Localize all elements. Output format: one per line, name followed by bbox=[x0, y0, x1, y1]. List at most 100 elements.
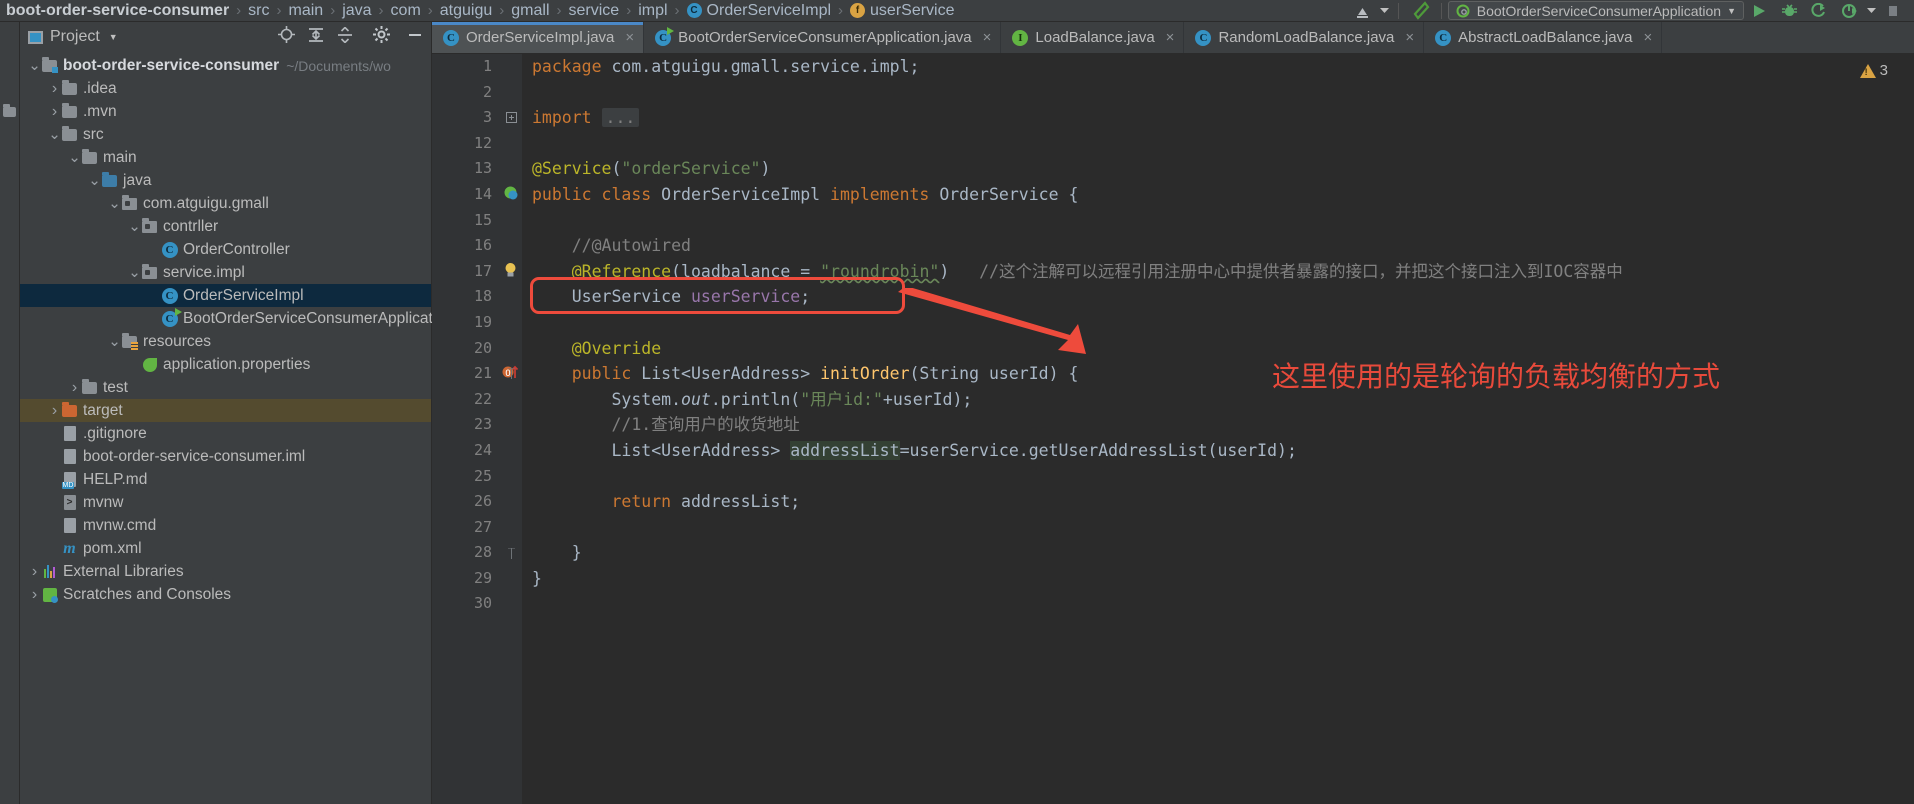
breadcrumb-item-atguigu[interactable]: atguigu bbox=[440, 2, 493, 20]
tree-node-mvnw-cmd[interactable]: mvnw.cmd bbox=[20, 514, 431, 537]
breadcrumb-item-userservice[interactable]: f userService bbox=[850, 2, 955, 20]
code-line-19[interactable] bbox=[522, 310, 1914, 336]
code-line-13[interactable]: @Service("orderService") bbox=[522, 156, 1914, 182]
chevron-right-icon[interactable]: › bbox=[28, 563, 41, 581]
close-icon[interactable]: × bbox=[625, 29, 634, 46]
code-line-30[interactable] bbox=[522, 591, 1914, 617]
tree-node--idea[interactable]: › .idea bbox=[20, 77, 431, 100]
tree-node-boot-order-service-consumer[interactable]: ⌄ boot-order-service-consumer ~/Documents/… bbox=[20, 54, 431, 77]
breadcrumb-item-impl[interactable]: impl bbox=[638, 2, 667, 20]
tree-node-mvnw[interactable]: > mvnw bbox=[20, 491, 431, 514]
breadcrumb-item-orderserviceimpl[interactable]: C OrderServiceImpl bbox=[686, 2, 831, 20]
editor-gutter[interactable]: 1 2 3 12 13 14 15 16 17 18 19 20 21 O 22 23 24 25 26 27 28 29… bbox=[432, 54, 519, 804]
breadcrumb-item-java[interactable]: java bbox=[342, 2, 371, 20]
tree-node-boot-order-service-consumer-iml[interactable]: boot-order-service-consumer.iml bbox=[20, 445, 431, 468]
tree-node-pom-xml[interactable]: m pom.xml bbox=[20, 537, 431, 560]
fold-column[interactable] bbox=[500, 54, 522, 804]
code-line-2[interactable] bbox=[522, 80, 1914, 106]
editor-tab-randomloadbalance[interactable]: C RandomLoadBalance.java × bbox=[1184, 22, 1425, 53]
chevron-right-icon[interactable]: › bbox=[68, 379, 81, 397]
tree-node-java[interactable]: ⌄ java bbox=[20, 169, 431, 192]
close-icon[interactable]: × bbox=[1166, 29, 1175, 46]
chevron-right-icon[interactable]: › bbox=[48, 103, 61, 121]
chevron-down-icon[interactable]: ⌄ bbox=[68, 150, 81, 165]
tree-node-application-properties[interactable]: application.properties bbox=[20, 353, 431, 376]
tree-node-help-md[interactable]: HELP.md bbox=[20, 468, 431, 491]
code-line-28[interactable]: } bbox=[522, 540, 1914, 566]
locate-icon[interactable] bbox=[278, 26, 295, 48]
chevron-down-icon[interactable]: ⌄ bbox=[88, 173, 101, 188]
code-line-27[interactable] bbox=[522, 515, 1914, 541]
chevron-right-icon[interactable]: › bbox=[48, 402, 61, 420]
breadcrumb-item-main[interactable]: main bbox=[289, 2, 324, 20]
expand-all-icon[interactable] bbox=[308, 27, 324, 48]
editor-tab-bootorderserviceconsumerapplication[interactable]: C BootOrderServiceConsumerApplication.jav… bbox=[644, 22, 1002, 53]
tree-node-orderserviceimpl[interactable]: C OrderServiceImpl bbox=[20, 284, 431, 307]
editor-tab-orderserviceimpl[interactable]: C OrderServiceImpl.java × bbox=[432, 22, 645, 53]
debug-icon[interactable] bbox=[1774, 0, 1804, 22]
code-line-25[interactable] bbox=[522, 464, 1914, 490]
run-icon[interactable] bbox=[1744, 0, 1774, 22]
code-line-12[interactable] bbox=[522, 131, 1914, 157]
tree-node-com-atguigu-gmall[interactable]: ⌄ com.atguigu.gmall bbox=[20, 192, 431, 215]
stop-icon[interactable] bbox=[1878, 0, 1908, 22]
breadcrumb-item-src[interactable]: src bbox=[248, 2, 269, 20]
profiler-dropdown-icon[interactable] bbox=[1378, 0, 1392, 22]
profile-dropdown-icon[interactable] bbox=[1864, 0, 1878, 22]
build-hammer-icon[interactable] bbox=[1405, 0, 1435, 22]
code-line-14[interactable]: public class OrderServiceImpl implements… bbox=[522, 182, 1914, 208]
tree-node-target[interactable]: › target bbox=[20, 399, 431, 422]
tree-node-main[interactable]: ⌄ main bbox=[20, 146, 431, 169]
gear-icon[interactable] bbox=[373, 26, 390, 48]
run-with-coverage-icon[interactable] bbox=[1804, 0, 1834, 22]
tree-node-ordercontroller[interactable]: C OrderController bbox=[20, 238, 431, 261]
chevron-down-icon[interactable]: ⌄ bbox=[128, 265, 141, 280]
close-icon[interactable]: × bbox=[983, 29, 992, 46]
chevron-down-icon[interactable]: ⌄ bbox=[108, 334, 121, 349]
chevron-down-icon[interactable]: ⌄ bbox=[128, 219, 141, 234]
profile-icon[interactable] bbox=[1834, 0, 1864, 22]
code-line-1[interactable]: package com.atguigu.gmall.service.impl; bbox=[522, 54, 1914, 80]
close-icon[interactable]: × bbox=[1405, 29, 1414, 46]
tree-node--gitignore[interactable]: .gitignore bbox=[20, 422, 431, 445]
tree-node-service-impl[interactable]: ⌄ service.impl bbox=[20, 261, 431, 284]
fold-handle[interactable] bbox=[500, 361, 522, 387]
tree-node-src[interactable]: ⌄ src bbox=[20, 123, 431, 146]
chevron-down-icon[interactable]: ⌄ bbox=[108, 196, 121, 211]
code-editor[interactable]: 1 2 3 12 13 14 15 16 17 18 19 20 21 O 22 23 24 25 26 27 28 29… bbox=[432, 54, 1914, 804]
run-configuration-selector[interactable]: BootOrderServiceConsumerApplication ▼ bbox=[1447, 1, 1744, 20]
code-line-16[interactable]: //@Autowired bbox=[522, 233, 1914, 259]
breadcrumb-item-service[interactable]: service bbox=[569, 2, 620, 20]
tree-node-contrller[interactable]: ⌄ contrller bbox=[20, 215, 431, 238]
code-line-23[interactable]: //1.查询用户的收货地址 bbox=[522, 412, 1914, 438]
code-line-17[interactable]: @Reference(loadbalance = "roundrobin") /… bbox=[522, 259, 1914, 285]
chevron-right-icon[interactable]: › bbox=[48, 80, 61, 98]
code-lines[interactable]: package com.atguigu.gmall.service.impl; i… bbox=[522, 54, 1914, 804]
breadcrumb-item-gmall[interactable]: gmall bbox=[511, 2, 549, 20]
collapse-all-icon[interactable] bbox=[337, 25, 353, 48]
tree-node-test[interactable]: › test bbox=[20, 376, 431, 399]
editor-tab-loadbalance[interactable]: I LoadBalance.java × bbox=[1001, 22, 1185, 53]
tree-node-scratches-and-consoles[interactable]: › Scratches and Consoles bbox=[20, 583, 431, 606]
chevron-down-icon[interactable]: ▼ bbox=[109, 32, 118, 42]
inspection-status-badge[interactable]: 3 bbox=[1859, 62, 1888, 79]
tree-node--mvn[interactable]: › .mvn bbox=[20, 100, 431, 123]
chevron-down-icon[interactable]: ⌄ bbox=[28, 58, 41, 73]
hide-icon[interactable] bbox=[407, 27, 423, 48]
profiler-icon[interactable] bbox=[1348, 0, 1378, 22]
chevron-down-icon[interactable]: ⌄ bbox=[48, 127, 61, 142]
code-line-24[interactable]: List<UserAddress> addressList=userServic… bbox=[522, 438, 1914, 464]
code-line-15[interactable] bbox=[522, 208, 1914, 234]
code-line-18[interactable]: UserService userService; bbox=[522, 284, 1914, 310]
code-line-3[interactable]: import ... bbox=[522, 105, 1914, 131]
editor-scrollbar[interactable] bbox=[1900, 54, 1914, 804]
fold-handle[interactable] bbox=[500, 540, 522, 566]
editor-tab-abstractloadbalance[interactable]: C AbstractLoadBalance.java × bbox=[1424, 22, 1663, 53]
code-line-26[interactable]: return addressList; bbox=[522, 489, 1914, 515]
tree-node-resources[interactable]: ⌄ resources bbox=[20, 330, 431, 353]
close-icon[interactable]: × bbox=[1643, 29, 1652, 46]
tree-node-external-libraries[interactable]: › External Libraries bbox=[20, 560, 431, 583]
code-line-29[interactable]: } bbox=[522, 566, 1914, 592]
chevron-right-icon[interactable]: › bbox=[28, 586, 41, 604]
fold-handle[interactable] bbox=[500, 105, 522, 131]
